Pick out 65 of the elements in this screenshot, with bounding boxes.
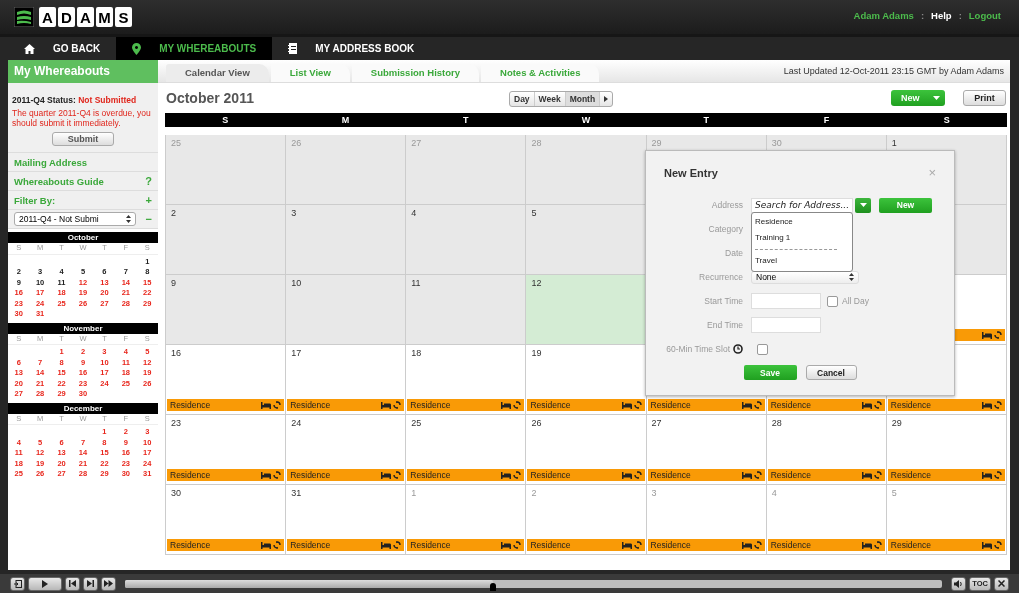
separator-text: : xyxy=(920,9,925,21)
field-label: Address xyxy=(710,200,744,210)
separator-text: : xyxy=(958,9,962,21)
weekday-label: S xyxy=(942,114,951,127)
day-number: 25 xyxy=(410,417,423,430)
month-header: December xyxy=(8,402,158,414)
weekday-label: W xyxy=(580,114,592,127)
logo-letter: D xyxy=(58,7,75,27)
status-value: Not Submitted xyxy=(78,95,137,105)
overdue-message: The quarter 2011-Q4 is overdue, you should submit it immediately. xyxy=(12,108,152,129)
day-number: 19 xyxy=(530,347,543,360)
weekday-label: F xyxy=(822,114,831,127)
last-updated-text: Last Updated 12-Oct-2011 23:15 GMT by Adam Adams xyxy=(783,66,1004,76)
checkbox-label: All Day xyxy=(842,296,869,306)
day-number: 29 xyxy=(890,417,903,430)
weekday-label: M xyxy=(340,114,351,127)
logo-letter: S xyxy=(115,7,132,27)
day-number: 30 xyxy=(170,487,182,500)
day-number: 26 xyxy=(530,417,543,430)
day-number: 4 xyxy=(770,487,778,500)
day-number: 4 xyxy=(410,207,418,220)
field-label: End Time xyxy=(706,320,744,330)
month-title: October 2011 xyxy=(166,90,254,106)
day-number: 30 xyxy=(770,137,783,150)
logo-letter: A xyxy=(77,7,94,27)
day-number: 29 xyxy=(650,137,663,150)
month-header: November xyxy=(8,322,158,334)
day-number: 3 xyxy=(650,487,658,500)
weekday-label: T xyxy=(702,114,711,127)
logo-letter: A xyxy=(39,7,56,27)
day-number: 2 xyxy=(170,207,177,220)
day-number: 18 xyxy=(410,347,423,360)
day-number: 23 xyxy=(170,417,182,430)
day-number: 2 xyxy=(530,487,538,500)
day-number: 28 xyxy=(770,417,783,430)
field-label: Start Time xyxy=(703,296,744,306)
day-number: 26 xyxy=(290,137,303,150)
day-number: 31 xyxy=(290,487,303,500)
day-number: 12 xyxy=(530,277,543,290)
day-number: 25 xyxy=(170,137,182,150)
day-number: 17 xyxy=(290,347,303,360)
month-header: October xyxy=(8,232,158,244)
day-number: 11 xyxy=(410,277,422,290)
day-number: 16 xyxy=(170,347,182,360)
day-number: 24 xyxy=(290,417,303,430)
dialog-title: New Entry xyxy=(664,166,718,179)
field-label: Recurrence xyxy=(698,272,744,282)
day-number: 3 xyxy=(290,207,298,220)
panel-title: My Whereabouts xyxy=(8,60,158,83)
weekday-label: S xyxy=(221,114,230,127)
day-number: 5 xyxy=(530,207,538,220)
field-label: Date xyxy=(724,248,744,258)
day-number: 28 xyxy=(530,137,543,150)
day-number: 27 xyxy=(410,137,423,150)
day-number: 27 xyxy=(650,417,663,430)
day-number: 5 xyxy=(890,487,898,500)
field-label: 60-Min Time Slot xyxy=(666,344,730,354)
status-label: 2011-Q4 Status: xyxy=(12,95,76,105)
day-number: 10 xyxy=(290,277,303,290)
logo-letter: M xyxy=(96,7,113,27)
field-label: Category xyxy=(707,224,744,234)
weekday-label: T xyxy=(461,114,470,127)
day-number: 9 xyxy=(170,277,177,290)
day-number: 1 xyxy=(410,487,418,500)
day-number: 1 xyxy=(890,137,898,150)
